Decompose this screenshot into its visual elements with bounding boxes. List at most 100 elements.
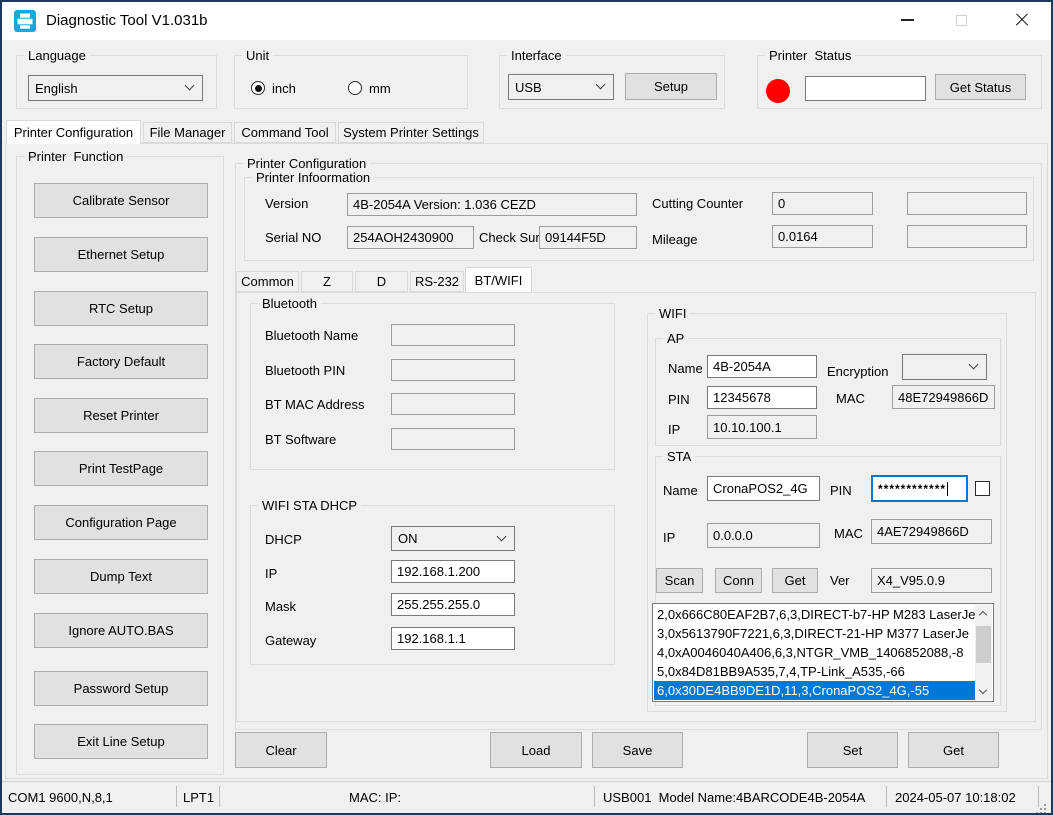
- check-sum-field: 09144F5D: [539, 226, 637, 249]
- ignore-autobas-button[interactable]: Ignore AUTO.BAS: [34, 613, 208, 648]
- status-divider: [176, 786, 177, 807]
- wifi-sta-dhcp-group: WIFI STA DHCP DHCP ON IP 192.168.1.200 M…: [250, 498, 615, 665]
- password-setup-button[interactable]: Password Setup: [34, 671, 208, 706]
- sta-ip-label: IP: [663, 530, 676, 545]
- wifi-ap-group: AP Name 4B-2054A Encryption PIN 12345678…: [655, 331, 1001, 446]
- printer-icon: [14, 10, 36, 32]
- set-button[interactable]: Set: [807, 732, 898, 768]
- cutting-counter-field: 0: [772, 192, 873, 215]
- window-title: Diagnostic Tool V1.031b: [46, 12, 208, 29]
- scan-button[interactable]: Scan: [656, 568, 703, 593]
- unit-label: Unit: [242, 48, 274, 63]
- list-scrollbar[interactable]: [975, 605, 992, 700]
- dhcp-select[interactable]: ON: [391, 526, 515, 551]
- dhcp-ip-field[interactable]: 192.168.1.200: [391, 560, 515, 583]
- ap-label: AP: [663, 331, 689, 346]
- ethernet-setup-button[interactable]: Ethernet Setup: [34, 237, 208, 272]
- clear-button[interactable]: Clear: [235, 732, 327, 768]
- tab-printer-configuration[interactable]: Printer Configuration: [6, 120, 141, 144]
- sta-mac-field: 4AE72949866D: [871, 519, 992, 544]
- subtab-rs232[interactable]: RS-232: [410, 271, 464, 292]
- interface-value: USB: [515, 79, 542, 95]
- save-button[interactable]: Save: [592, 732, 683, 768]
- chevron-down-icon: [968, 359, 979, 370]
- dhcp-ip-label: IP: [265, 566, 278, 581]
- sta-pin-field[interactable]: ************: [871, 475, 968, 502]
- bt-mac-address-field[interactable]: [391, 393, 515, 415]
- scrollbar-thumb[interactable]: [976, 626, 991, 663]
- wifi-label: WIFI: [655, 306, 691, 321]
- printer-information-label: Printer Infoormation: [252, 170, 375, 185]
- language-select[interactable]: English: [28, 75, 203, 101]
- factory-default-button[interactable]: Factory Default: [34, 344, 208, 379]
- printer-status-field[interactable]: [805, 76, 926, 101]
- serial-no-label: Serial NO: [265, 230, 322, 245]
- ap-name-label: Name: [668, 361, 703, 376]
- subtab-d[interactable]: D: [355, 271, 408, 292]
- tab-system-printer-settings[interactable]: System Printer Settings: [338, 122, 484, 143]
- get-status-button[interactable]: Get Status: [935, 74, 1026, 100]
- interface-label: Interface: [507, 48, 566, 63]
- exit-line-setup-button[interactable]: Exit Line Setup: [34, 724, 208, 759]
- print-testpage-button[interactable]: Print TestPage: [34, 451, 208, 486]
- bluetooth-name-field[interactable]: [391, 324, 515, 346]
- gateway-field[interactable]: 192.168.1.1: [391, 627, 515, 650]
- setup-button[interactable]: Setup: [625, 73, 717, 100]
- bluetooth-name-label: Bluetooth Name: [265, 328, 359, 343]
- bluetooth-pin-field[interactable]: [391, 359, 515, 381]
- scan-result-row-selected[interactable]: 6,0x30DE4BB9DE1D,11,3,CronaPOS2_4G,-55: [654, 681, 975, 700]
- dump-text-button[interactable]: Dump Text: [34, 559, 208, 594]
- resize-grip[interactable]: [1044, 804, 1046, 806]
- sta-pin-label: PIN: [830, 483, 852, 498]
- unit-inch-radio[interactable]: [251, 81, 265, 95]
- subtab-z[interactable]: Z: [301, 271, 353, 292]
- scan-results-list[interactable]: 2,0x666C80EAF2B7,6,3,DIRECT-b7-HP M283 L…: [652, 603, 994, 702]
- load-button[interactable]: Load: [490, 732, 582, 768]
- status-lpt: LPT1: [183, 790, 215, 805]
- printer-function-label: Printer Function: [24, 149, 128, 164]
- chevron-down-icon: [978, 685, 988, 695]
- subtab-common[interactable]: Common: [236, 271, 299, 292]
- get-button[interactable]: Get: [908, 732, 999, 768]
- reset-printer-button[interactable]: Reset Printer: [34, 398, 208, 433]
- bt-software-field[interactable]: [391, 428, 515, 450]
- sta-pin-show-checkbox[interactable]: [975, 481, 990, 496]
- unit-group: Unit inch mm: [234, 48, 468, 109]
- scroll-down-button[interactable]: [975, 683, 992, 700]
- ap-ip-label: IP: [668, 422, 681, 437]
- language-value: English: [35, 80, 78, 96]
- conn-button[interactable]: Conn: [715, 568, 762, 593]
- status-divider: [886, 786, 887, 807]
- scan-result-row[interactable]: 2,0x666C80EAF2B7,6,3,DIRECT-b7-HP M283 L…: [654, 605, 975, 624]
- mask-field[interactable]: 255.255.255.0: [391, 593, 515, 616]
- interface-select[interactable]: USB: [508, 74, 614, 100]
- encryption-select[interactable]: [902, 354, 987, 380]
- ap-name-field[interactable]: 4B-2054A: [707, 355, 817, 378]
- scan-result-row[interactable]: 4,0xA0046040A406,6,3,NTGR_VMB_1406852088…: [654, 643, 975, 662]
- wifi-sta-group: STA Name CronaPOS2_4G PIN ************ I…: [652, 449, 1001, 706]
- close-button[interactable]: [999, 4, 1045, 36]
- minimize-button[interactable]: [884, 4, 930, 36]
- get-ver-button[interactable]: Get: [772, 568, 818, 593]
- chevron-up-icon: [978, 610, 988, 620]
- version-field: 4B-2054A Version: 1.036 CEZD: [347, 193, 637, 216]
- mileage-label: Mileage: [652, 232, 698, 247]
- scroll-up-button[interactable]: [975, 605, 992, 622]
- subtab-bt-wifi[interactable]: BT/WIFI: [465, 267, 532, 292]
- sta-name-field[interactable]: CronaPOS2_4G: [707, 476, 820, 501]
- scan-results-rows: 2,0x666C80EAF2B7,6,3,DIRECT-b7-HP M283 L…: [654, 605, 975, 700]
- scan-result-row[interactable]: 5,0x84D81BB9A535,7,4,TP-Link_A535,-66: [654, 662, 975, 681]
- configuration-page-button[interactable]: Configuration Page: [34, 505, 208, 540]
- tab-command-tool[interactable]: Command Tool: [234, 122, 336, 143]
- scan-result-row[interactable]: 3,0x5613790F7221,6,3,DIRECT-21-HP M377 L…: [654, 624, 975, 643]
- calibrate-sensor-button[interactable]: Calibrate Sensor: [34, 183, 208, 218]
- bluetooth-group: Bluetooth Bluetooth Name Bluetooth PIN B…: [250, 296, 615, 470]
- ap-pin-field[interactable]: 12345678: [707, 386, 817, 409]
- rtc-setup-button[interactable]: RTC Setup: [34, 291, 208, 326]
- dhcp-value: ON: [398, 531, 418, 546]
- tab-file-manager[interactable]: File Manager: [143, 122, 232, 143]
- dhcp-label: DHCP: [265, 532, 302, 547]
- close-icon: [1014, 12, 1030, 28]
- unit-mm-radio[interactable]: [348, 81, 362, 95]
- maximize-button[interactable]: [938, 4, 984, 36]
